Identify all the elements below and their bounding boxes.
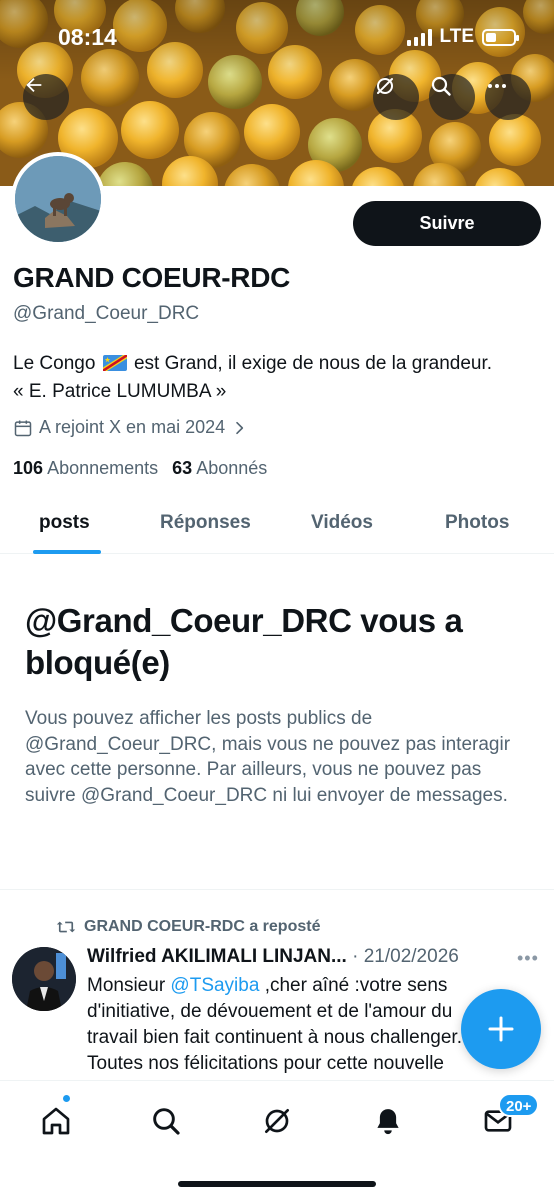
profile-tabs: posts Réponses Vidéos Photos bbox=[0, 496, 554, 554]
profile-counts: 106 Abonnements 63 Abonnés bbox=[13, 458, 267, 479]
plus-icon bbox=[488, 1016, 514, 1042]
profile-handle: @Grand_Coeur_DRC bbox=[13, 303, 200, 324]
bio-quote: « E. Patrice LUMUMBA » bbox=[13, 381, 227, 402]
following-link[interactable]: 106 Abonnements bbox=[13, 458, 158, 479]
grok-button[interactable] bbox=[373, 74, 419, 120]
network-label: LTE bbox=[439, 26, 474, 47]
follow-button[interactable]: Suivre bbox=[353, 201, 541, 246]
more-icon bbox=[488, 84, 506, 88]
blocked-title: @Grand_Coeur_DRC vous a bloqué(e) bbox=[25, 602, 463, 681]
drc-flag-icon bbox=[102, 355, 127, 371]
home-indicator[interactable] bbox=[178, 1181, 376, 1187]
search-icon bbox=[153, 1108, 180, 1135]
messages-badge: 20+ bbox=[498, 1093, 540, 1117]
chevron-right-icon bbox=[236, 421, 244, 434]
arrow-left-icon bbox=[26, 77, 42, 93]
section-divider bbox=[0, 889, 554, 890]
tab-photos[interactable]: Photos bbox=[445, 512, 509, 534]
followers-count: 63 bbox=[172, 458, 193, 478]
status-time: 08:14 bbox=[58, 24, 117, 50]
search-icon bbox=[431, 76, 451, 96]
profile-bio: Le Congo est Grand, il exige de nous de … bbox=[13, 350, 543, 406]
post-text-line1: ,cher aîné :votre sens bbox=[259, 975, 448, 996]
post-header: Wilfried AKILIMALI LINJAN... · 21/02/202… bbox=[87, 946, 459, 968]
post-date[interactable]: 21/02/2026 bbox=[364, 946, 459, 967]
repost-icon bbox=[56, 921, 76, 933]
post-avatar-image bbox=[12, 947, 76, 1011]
post-more-button[interactable]: ••• bbox=[517, 948, 539, 969]
post-text-line4: Toutes nos félicitations pour cette nouv… bbox=[87, 1053, 444, 1074]
nav-home[interactable] bbox=[38, 1103, 74, 1139]
post-separator: · bbox=[352, 946, 359, 967]
blocked-description: Vous pouvez afficher les posts publics d… bbox=[25, 708, 511, 806]
active-tab-indicator bbox=[33, 550, 101, 554]
signal-icon bbox=[406, 28, 432, 46]
avatar-image bbox=[15, 156, 101, 242]
battery-icon bbox=[482, 28, 519, 46]
post-text-line2: d'initiative, de dévouement et de l'amou… bbox=[87, 1001, 453, 1022]
back-button[interactable] bbox=[23, 74, 69, 120]
tab-videos[interactable]: Vidéos bbox=[311, 512, 373, 534]
repost-indicator: GRAND COEUR-RDC a reposté bbox=[56, 918, 320, 936]
bio-text-start: Le Congo bbox=[13, 353, 96, 374]
profile-display-name: GRAND COEUR-RDC bbox=[13, 262, 291, 293]
bio-text-end: est Grand, il exige de nous de la grande… bbox=[133, 353, 493, 374]
home-notification-dot bbox=[62, 1094, 71, 1103]
post-author-avatar[interactable] bbox=[12, 947, 76, 1011]
status-indicators: LTE bbox=[406, 26, 519, 48]
calendar-icon bbox=[14, 420, 32, 436]
search-button[interactable] bbox=[429, 74, 475, 120]
grok-icon bbox=[377, 78, 393, 94]
post-text-prefix: Monsieur bbox=[87, 975, 171, 996]
profile-joined[interactable]: A rejoint X en mai 2024 bbox=[13, 417, 247, 438]
profile-avatar[interactable] bbox=[11, 152, 105, 246]
compose-button[interactable] bbox=[461, 989, 541, 1069]
header-banner: 08:14 LTE bbox=[0, 0, 554, 186]
nav-grok[interactable] bbox=[259, 1103, 295, 1139]
nav-search[interactable] bbox=[148, 1103, 184, 1139]
joined-label: A rejoint X en mai 2024 bbox=[39, 417, 226, 437]
followers-label: Abonnés bbox=[196, 458, 268, 478]
nav-notifications[interactable] bbox=[370, 1103, 406, 1139]
grok-icon bbox=[265, 1109, 289, 1133]
post-author-name[interactable]: Wilfried AKILIMALI LINJAN... bbox=[87, 946, 347, 967]
more-button[interactable] bbox=[485, 74, 531, 120]
following-label: Abonnements bbox=[47, 458, 159, 478]
status-bar: 08:14 LTE bbox=[0, 0, 554, 70]
followers-link[interactable]: 63 Abonnés bbox=[172, 458, 267, 479]
home-icon bbox=[42, 1107, 70, 1135]
tab-replies[interactable]: Réponses bbox=[160, 512, 251, 534]
post-text-line3: travail bien fait continuent à nous chal… bbox=[87, 1027, 462, 1048]
repost-label: GRAND COEUR-RDC a reposté bbox=[84, 918, 321, 935]
tab-posts[interactable]: posts bbox=[39, 512, 90, 534]
notifications-icon bbox=[377, 1109, 399, 1135]
following-count: 106 bbox=[13, 458, 44, 478]
post-mention[interactable]: @TSayiba bbox=[170, 975, 259, 996]
